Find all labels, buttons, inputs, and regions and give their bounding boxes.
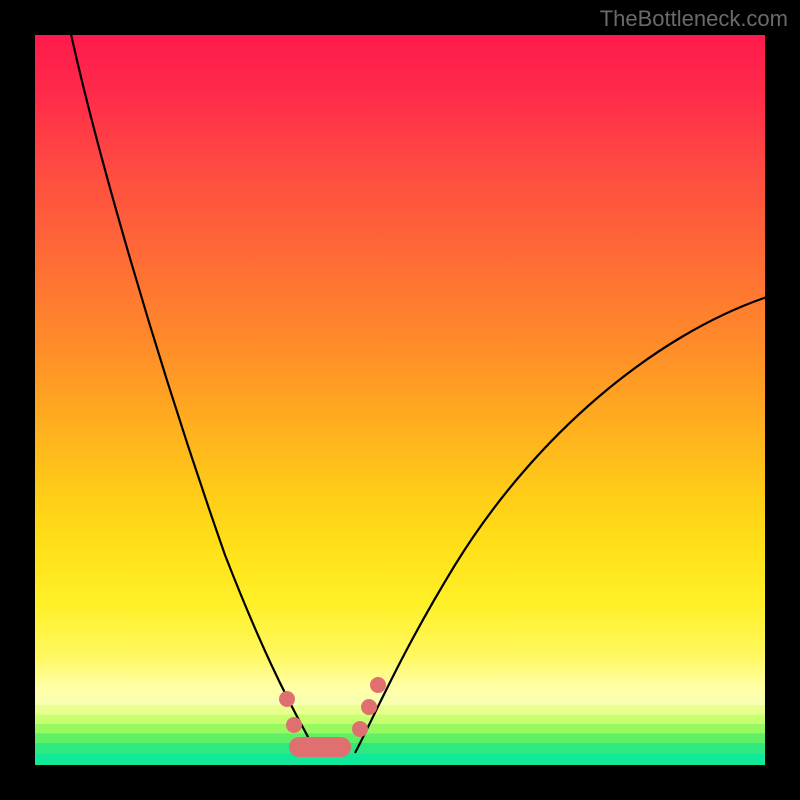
curve-right-branch [355,297,767,753]
watermark-text: TheBottleneck.com [600,6,788,32]
valley-pill [289,737,351,757]
marker-right-1 [352,721,368,737]
plot-area [35,35,765,765]
marker-right-2 [361,699,377,715]
bottleneck-curve [35,35,765,765]
chart-frame: TheBottleneck.com [0,0,800,800]
marker-right-3 [370,677,386,693]
marker-left-2 [286,717,302,733]
curve-left-branch [69,25,315,753]
marker-left-1 [279,691,295,707]
